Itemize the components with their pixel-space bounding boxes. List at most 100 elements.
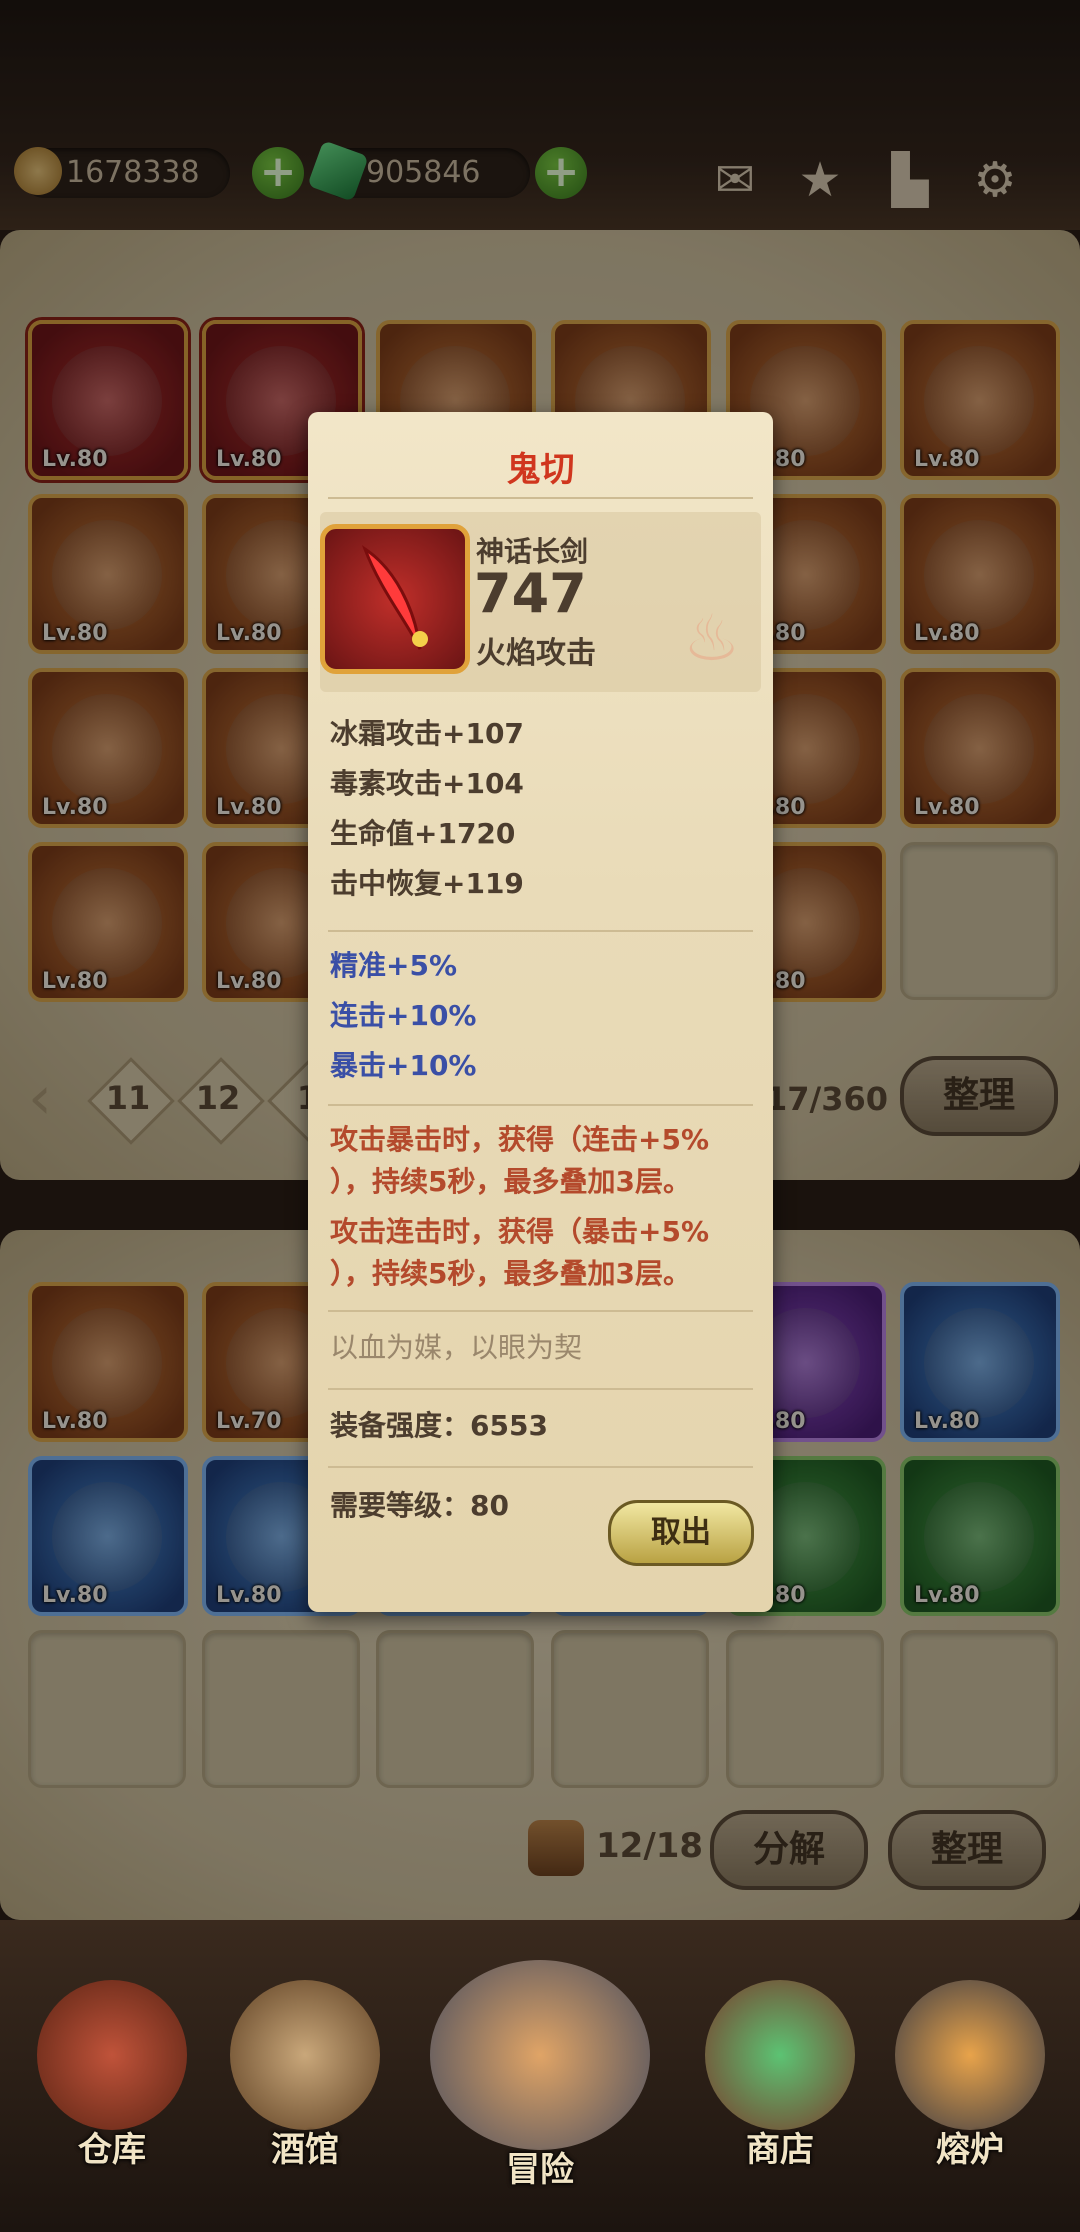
item-level: Lv.80 [42,447,108,472]
page-12[interactable]: 12 [178,1070,258,1126]
nav-adventure[interactable]: 冒险 [410,1940,670,2190]
divider [328,1310,753,1312]
take-out-button[interactable]: 取出 [608,1500,754,1566]
stat-line: 击中恢复+119 [330,867,524,900]
effect-line: ），持续5秒，最多叠加3层。 [330,1257,691,1290]
item-level: Lv.80 [42,795,108,820]
item-slot[interactable]: Lv.80 [28,320,188,480]
item-slot[interactable]: Lv.80 [28,494,188,654]
item-level: Lv.80 [42,969,108,994]
divider [328,1388,753,1390]
nav-label: 冒险 [506,2150,574,2190]
item-icon [924,1308,1034,1418]
item-level: Lv.80 [914,1409,980,1434]
empty-slot[interactable] [551,1630,709,1788]
prev-page-arrow-icon[interactable]: ‹ [28,1068,68,1128]
item-level: Lv.80 [216,447,282,472]
item-icon [52,520,162,630]
item-slot[interactable]: Lv.80 [28,842,188,1002]
empty-slot[interactable] [726,1630,884,1788]
item-slot[interactable]: Lv.80 [900,668,1060,828]
item-icon [924,694,1034,804]
item-level: Lv.80 [216,1583,282,1608]
nav-label: 商店 [746,2130,814,2170]
item-level: Lv.80 [42,1583,108,1608]
add-coins-button[interactable]: + [252,147,304,199]
item-tooltip: 鬼切 神话长剑 747 火焰攻击 ♨ 冰霜攻击+107 毒素攻击+104 生命值… [308,412,773,1612]
item-power: 747 [474,562,587,625]
item-slot[interactable]: Lv.80 [28,1456,188,1616]
item-slot[interactable]: Lv.80 [28,1282,188,1442]
nav-tavern[interactable]: 酒馆 [215,1960,395,2200]
item-slot[interactable]: Lv.80 [900,1282,1060,1442]
stat-line: 冰霜攻击+107 [330,717,524,750]
divider [328,1104,753,1106]
stat-line: 生命值+1720 [330,817,516,850]
nav-warehouse[interactable]: 仓库 [22,1960,202,2200]
warehouse-icon [37,1980,187,2130]
backpack-sort-button[interactable]: 整理 [888,1810,1046,1890]
divider [328,1466,753,1468]
item-slot[interactable]: Lv.80 [28,668,188,828]
gem-amount: 905846 [366,155,481,190]
add-gems-button[interactable]: + [535,147,587,199]
item-level: Lv.80 [216,969,282,994]
item-icon [52,1308,162,1418]
fire-icon: ♨ [683,602,741,676]
item-level: Lv.80 [914,447,980,472]
nav-label: 熔炉 [936,2130,1004,2170]
page-11[interactable]: 11 [88,1070,168,1126]
empty-slot[interactable] [900,842,1058,1000]
effect-line: 攻击连击时，获得（暴击+5% [330,1215,709,1248]
settings-gear-icon[interactable]: ⚙ [965,150,1025,210]
nav-label: 仓库 [78,2130,146,2170]
storage-capacity: 17/360 [765,1080,889,1118]
effect-line: ），持续5秒，最多叠加3层。 [330,1165,691,1198]
adventure-icon [430,1960,650,2150]
item-icon [52,868,162,978]
backpack-capacity: 12/18 [596,1826,704,1866]
nav-furnace[interactable]: 熔炉 [880,1960,1060,2200]
item-level: Lv.80 [914,1583,980,1608]
achievement-icon[interactable]: ★ [790,150,850,210]
item-level: Lv.70 [216,1409,282,1434]
storage-sort-button[interactable]: 整理 [900,1056,1058,1136]
decompose-button[interactable]: 分解 [710,1810,868,1890]
item-level: Lv.80 [216,621,282,646]
item-icon [52,1482,162,1592]
item-slot[interactable]: Lv.80 [900,1456,1060,1616]
item-slot[interactable]: Lv.80 [900,494,1060,654]
item-icon [52,694,162,804]
coin-icon [14,147,62,195]
mail-icon[interactable]: ✉ [705,150,765,210]
secondary-stat: 暴击+10% [330,1049,477,1082]
empty-slot[interactable] [900,1630,1058,1788]
sword-icon [320,524,470,674]
item-icon [52,346,162,456]
item-level: Lv.80 [914,795,980,820]
coin-amount: 1678338 [66,155,200,190]
gem-counter: 905846 [307,140,530,202]
bag-icon [528,1820,584,1876]
secondary-stat: 连击+10% [330,999,477,1032]
secondary-stat: 精准+5% [330,949,457,982]
item-slot[interactable]: Lv.80 [900,320,1060,480]
nav-shop[interactable]: 商店 [690,1960,870,2200]
coin-counter: 1678338 [14,147,230,198]
item-name: 鬼切 [506,450,575,490]
divider [328,497,753,499]
empty-slot[interactable] [376,1630,534,1788]
book-icon[interactable]: ▙ [880,150,940,210]
furnace-icon [895,1980,1045,2130]
item-level: Lv.80 [42,621,108,646]
effect-line: 攻击暴击时，获得（连击+5% [330,1123,709,1156]
item-icon [924,520,1034,630]
item-element: 火焰攻击 [476,636,596,671]
empty-slot[interactable] [28,1630,186,1788]
item-level: Lv.80 [216,795,282,820]
tavern-icon [230,1980,380,2130]
empty-slot[interactable] [202,1630,360,1788]
item-level: Lv.80 [42,1409,108,1434]
shop-icon [705,1980,855,2130]
divider [328,930,753,932]
